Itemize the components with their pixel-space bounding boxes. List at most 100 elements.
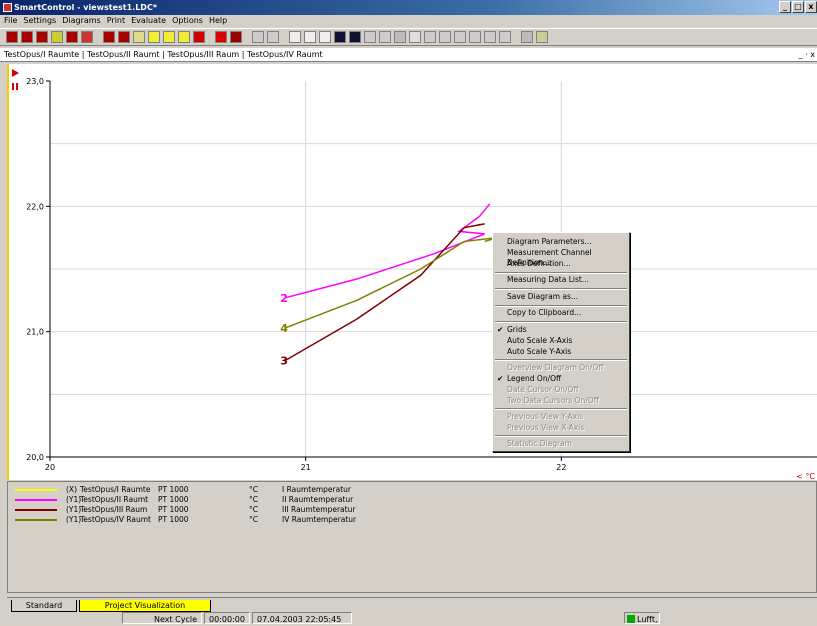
menu-options[interactable]: Options xyxy=(172,15,203,27)
toolbar-icon-23[interactable] xyxy=(484,31,496,43)
toolbar-icon-1[interactable] xyxy=(6,31,18,43)
menu-item-auto-scale-y[interactable]: Auto Scale Y-Axis xyxy=(507,347,571,357)
legend-unit: °C xyxy=(249,515,258,524)
cursor-play-icon xyxy=(12,69,19,77)
play-icon[interactable] xyxy=(215,31,227,43)
legend-swatch xyxy=(15,489,57,491)
series-line xyxy=(284,223,485,362)
menu-item-auto-scale-x[interactable]: Auto Scale X-Axis xyxy=(507,336,572,346)
menu-item-legend[interactable]: ✔ Legend On/Off xyxy=(497,374,562,384)
menu-evaluate[interactable]: Evaluate xyxy=(131,15,166,27)
menu-item-legend-label: Legend On/Off xyxy=(507,374,562,383)
users-icon[interactable] xyxy=(521,31,533,43)
y-tick-label: 20,0 xyxy=(26,453,44,462)
tab-standard[interactable]: Standard xyxy=(11,600,77,612)
menu-diagrams[interactable]: Diagrams xyxy=(62,15,101,27)
menu-item-previous-y: Previous View Y-Axis xyxy=(507,412,584,421)
legend-axis: (X) xyxy=(66,485,77,494)
x-axis-unit: < °C xyxy=(796,472,815,480)
toolbar-icon-24[interactable] xyxy=(499,31,511,43)
key-icon[interactable] xyxy=(536,31,548,43)
toolbar xyxy=(0,28,817,46)
y-tick-label: 21,0 xyxy=(26,328,44,337)
sheet-tabs: Standard Project Visualization xyxy=(7,597,817,612)
toolbar-icon-10[interactable] xyxy=(148,31,160,43)
status-bar: Next Cycle 00:00:00 07.04.2003 22:05:45 … xyxy=(0,612,817,625)
menu-item-measuring-data-list[interactable]: Measuring Data List... xyxy=(507,275,589,285)
toolbar-icon-13[interactable] xyxy=(252,31,264,43)
legend-sensor: PT 1000 xyxy=(158,485,189,494)
series-line xyxy=(285,203,491,299)
menu-item-diagram-parameters[interactable]: Diagram Parameters... xyxy=(507,237,592,247)
legend-panel: (X) TestOpus/I Raumte PT 1000 °C I Raumtempe… xyxy=(7,481,817,593)
maximize-button[interactable]: □ xyxy=(792,1,804,13)
legend-name: IV Raumtemperatur xyxy=(282,515,357,524)
checkmark-icon: ✔ xyxy=(497,325,504,334)
legend-axis: (Y1) xyxy=(66,515,82,524)
legend-sensor: PT 1000 xyxy=(158,515,189,524)
toolbar-icon-8[interactable] xyxy=(118,31,130,43)
function-icon[interactable] xyxy=(454,31,466,43)
legend-row: (Y1) TestOpus/II Raumt PT 1000 °C II Raumtem… xyxy=(8,495,408,505)
toolbar-icon-9[interactable] xyxy=(133,31,145,43)
toolbar-icon-21[interactable] xyxy=(439,31,451,43)
legend-row: (Y1) TestOpus/III Raum PT 1000 °C III Raumte… xyxy=(8,505,408,515)
checkmark-icon: ✔ xyxy=(497,374,504,383)
toolbar-icon-5[interactable] xyxy=(66,31,78,43)
horizontal-arrows-icon[interactable] xyxy=(334,31,346,43)
app-icon xyxy=(3,3,12,12)
menu-item-measurement-channel[interactable]: Measurement Channel Definition... xyxy=(507,248,629,267)
cursor-pause-icon xyxy=(12,83,14,90)
toolbar-icon-15[interactable] xyxy=(289,31,301,43)
toolbar-icon-19[interactable] xyxy=(379,31,391,43)
toolbar-icon-4[interactable] xyxy=(51,31,63,43)
chart-svg[interactable]: 23,0 22,0 21,0 20,020 21 22 < °C 2 3 4 xyxy=(9,64,817,481)
close-button[interactable]: x xyxy=(805,1,817,13)
minimize-button[interactable]: _ xyxy=(779,1,791,13)
menu-help[interactable]: Help xyxy=(209,15,227,27)
document-window-controls[interactable]: _ · x xyxy=(799,48,815,62)
legend-name: I Raumtemperatur xyxy=(282,485,351,494)
menu-item-overview: Overview Diagram On/Off xyxy=(507,363,604,372)
toolbar-icon-18[interactable] xyxy=(364,31,376,43)
legend-unit: °C xyxy=(249,505,258,514)
arrow-right-icon[interactable] xyxy=(193,31,205,43)
menu-print[interactable]: Print xyxy=(107,15,125,27)
menu-item-grids[interactable]: ✔ Grids xyxy=(497,325,527,335)
x-tick-label: 21 xyxy=(301,463,311,472)
legend-channel: TestOpus/IV Raumt xyxy=(80,515,151,524)
toolbar-icon-12[interactable] xyxy=(178,31,190,43)
document-title: TestOpus/I Raumte | TestOpus/II Raumt | … xyxy=(4,50,323,59)
tab-project-visualization[interactable]: Project Visualization xyxy=(79,600,211,612)
menu-item-two-cursors: Two Data Cursors On/Off xyxy=(507,396,599,405)
menu-item-copy-clipboard[interactable]: Copy to Clipboard... xyxy=(507,308,581,318)
toolbar-icon-17[interactable] xyxy=(319,31,331,43)
toolbar-icon-11[interactable] xyxy=(163,31,175,43)
legend-channel: TestOpus/I Raumte xyxy=(80,485,151,494)
print-icon[interactable] xyxy=(394,31,406,43)
toolbar-icon-22[interactable] xyxy=(469,31,481,43)
menu-item-axes-definition[interactable]: Axes Definition... xyxy=(507,259,571,269)
menu-item-previous-x: Previous View X-Axis xyxy=(507,423,585,432)
menu-file[interactable]: File xyxy=(4,15,17,27)
menu-item-save-diagram[interactable]: Save Diagram as... xyxy=(507,292,578,302)
menu-settings[interactable]: Settings xyxy=(23,15,56,27)
vertical-arrows-icon[interactable] xyxy=(349,31,361,43)
toolbar-icon-2[interactable] xyxy=(21,31,33,43)
toolbar-icon-16[interactable] xyxy=(304,31,316,43)
print-preview-icon[interactable] xyxy=(409,31,421,43)
chart-area[interactable]: 23,0 22,0 21,0 20,0 20 21 22 < °C 2 3 4 xyxy=(7,64,817,481)
toolbar-icon-6[interactable] xyxy=(81,31,93,43)
toolbar-icon-14[interactable] xyxy=(267,31,279,43)
toolbar-icon-3[interactable] xyxy=(36,31,48,43)
toolbar-icon-20[interactable] xyxy=(424,31,436,43)
stop-icon[interactable] xyxy=(230,31,242,43)
menu-separator xyxy=(495,321,627,323)
toolbar-icon-7[interactable] xyxy=(103,31,115,43)
menu-item-date-cursor: Date Cursor On/Off xyxy=(507,385,579,394)
legend-unit: °C xyxy=(249,495,258,504)
menu-separator xyxy=(495,305,627,307)
cursor-pause-icon xyxy=(16,83,18,90)
legend-row: (X) TestOpus/I Raumte PT 1000 °C I Raumtempe… xyxy=(8,485,408,495)
connection-status: Lufft, xyxy=(624,612,660,624)
